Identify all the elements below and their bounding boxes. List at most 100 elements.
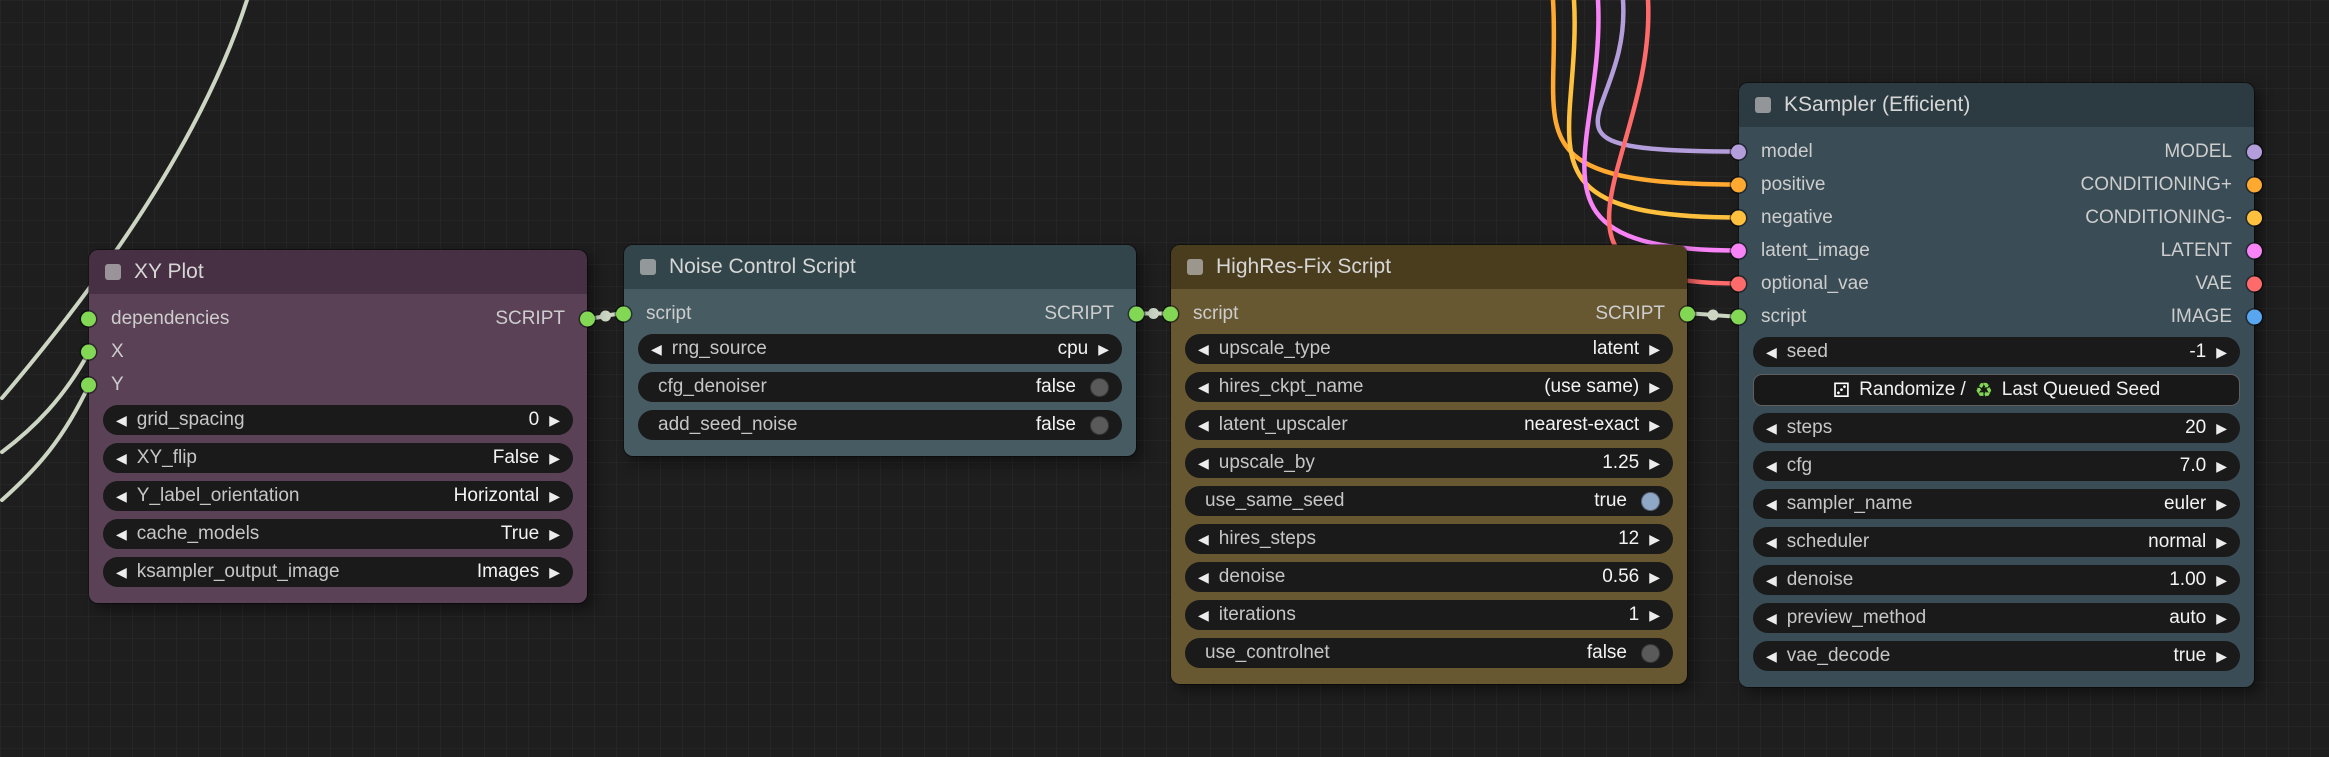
widget-seed[interactable]: ◀ seed -1 ▶ xyxy=(1753,337,2240,367)
input-slot-dot-dependencies[interactable] xyxy=(81,311,96,326)
increment-arrow-icon[interactable]: ▶ xyxy=(549,489,560,503)
increment-arrow-icon[interactable]: ▶ xyxy=(2216,535,2227,549)
increment-arrow-icon[interactable]: ▶ xyxy=(1649,418,1660,432)
node-header[interactable]: HighRes-Fix Script xyxy=(1171,245,1687,289)
input-slot-dot-script[interactable] xyxy=(616,306,631,321)
decrement-arrow-icon[interactable]: ◀ xyxy=(1198,380,1209,394)
output-slot-dot-conditioning-plus[interactable] xyxy=(2247,177,2262,192)
widget-use-controlnet[interactable]: use_controlnet false xyxy=(1185,638,1673,668)
input-slot-dot-x[interactable] xyxy=(81,344,96,359)
increment-arrow-icon[interactable]: ▶ xyxy=(2216,649,2227,663)
output-slot-dot-model[interactable] xyxy=(2247,144,2262,159)
node-header[interactable]: KSampler (Efficient) xyxy=(1739,83,2254,127)
input-slot-dot-optional-vae[interactable] xyxy=(1731,276,1746,291)
widget-add-seed-noise[interactable]: add_seed_noise false xyxy=(638,410,1122,440)
decrement-arrow-icon[interactable]: ◀ xyxy=(1198,608,1209,622)
decrement-arrow-icon[interactable]: ◀ xyxy=(1766,649,1777,663)
node-graph-canvas[interactable]: XY Plot dependencies SCRIPT X Y ◀ grid_s… xyxy=(0,0,2329,757)
increment-arrow-icon[interactable]: ▶ xyxy=(2216,497,2227,511)
input-slot-dot-positive[interactable] xyxy=(1731,177,1746,192)
decrement-arrow-icon[interactable]: ◀ xyxy=(116,451,127,465)
node-header[interactable]: Noise Control Script xyxy=(624,245,1136,289)
decrement-arrow-icon[interactable]: ◀ xyxy=(1198,418,1209,432)
node-header[interactable]: XY Plot xyxy=(89,250,587,294)
widget-upscale-by[interactable]: ◀ upscale_by 1.25 ▶ xyxy=(1185,448,1673,478)
increment-arrow-icon[interactable]: ▶ xyxy=(1649,380,1660,394)
widget-iterations[interactable]: ◀ iterations 1 ▶ xyxy=(1185,600,1673,630)
toggle-knob[interactable] xyxy=(1090,377,1109,397)
output-slot-dot-image[interactable] xyxy=(2247,309,2262,324)
input-slot-dot-latent-image[interactable] xyxy=(1731,243,1746,258)
increment-arrow-icon[interactable]: ▶ xyxy=(1649,456,1660,470)
collapse-box-icon[interactable] xyxy=(105,264,121,280)
collapse-box-icon[interactable] xyxy=(640,259,656,275)
toggle-knob[interactable] xyxy=(1641,491,1660,511)
increment-arrow-icon[interactable]: ▶ xyxy=(2216,459,2227,473)
input-slot-dot-y[interactable] xyxy=(81,377,96,392)
decrement-arrow-icon[interactable]: ◀ xyxy=(1198,456,1209,470)
widget-sampler-name[interactable]: ◀ sampler_name euler ▶ xyxy=(1753,489,2240,519)
output-slot-dot-vae[interactable] xyxy=(2247,276,2262,291)
decrement-arrow-icon[interactable]: ◀ xyxy=(1766,345,1777,359)
widget-vae-decode[interactable]: ◀ vae_decode true ▶ xyxy=(1753,641,2240,671)
decrement-arrow-icon[interactable]: ◀ xyxy=(1766,497,1777,511)
input-slot-dot-script[interactable] xyxy=(1163,306,1178,321)
output-slot-dot-latent[interactable] xyxy=(2247,243,2262,258)
widget-use-same-seed[interactable]: use_same_seed true xyxy=(1185,486,1673,516)
collapse-box-icon[interactable] xyxy=(1187,259,1203,275)
increment-arrow-icon[interactable]: ▶ xyxy=(2216,345,2227,359)
widget-cfg[interactable]: ◀ cfg 7.0 ▶ xyxy=(1753,451,2240,481)
increment-arrow-icon[interactable]: ▶ xyxy=(1649,570,1660,584)
decrement-arrow-icon[interactable]: ◀ xyxy=(1198,532,1209,546)
increment-arrow-icon[interactable]: ▶ xyxy=(1649,532,1660,546)
input-slot-dot-negative[interactable] xyxy=(1731,210,1746,225)
increment-arrow-icon[interactable]: ▶ xyxy=(549,527,560,541)
widget-cache-models[interactable]: ◀ cache_models True ▶ xyxy=(103,519,573,549)
decrement-arrow-icon[interactable]: ◀ xyxy=(1766,573,1777,587)
output-slot-dot-script[interactable] xyxy=(1680,306,1695,321)
widget-denoise[interactable]: ◀ denoise 1.00 ▶ xyxy=(1753,565,2240,595)
decrement-arrow-icon[interactable]: ◀ xyxy=(116,413,127,427)
increment-arrow-icon[interactable]: ▶ xyxy=(1098,342,1109,356)
widget-denoise[interactable]: ◀ denoise 0.56 ▶ xyxy=(1185,562,1673,592)
decrement-arrow-icon[interactable]: ◀ xyxy=(116,527,127,541)
increment-arrow-icon[interactable]: ▶ xyxy=(549,565,560,579)
decrement-arrow-icon[interactable]: ◀ xyxy=(1766,459,1777,473)
widget-ksampler-output-image[interactable]: ◀ ksampler_output_image Images ▶ xyxy=(103,557,573,587)
widget-upscale-type[interactable]: ◀ upscale_type latent ▶ xyxy=(1185,334,1673,364)
node-noise-control-script[interactable]: Noise Control Script script SCRIPT ◀ rng… xyxy=(616,245,1144,456)
output-slot-dot-script[interactable] xyxy=(1129,306,1144,321)
node-highres-fix-script[interactable]: HighRes-Fix Script script SCRIPT ◀ upsca… xyxy=(1163,245,1695,684)
increment-arrow-icon[interactable]: ▶ xyxy=(1649,608,1660,622)
increment-arrow-icon[interactable]: ▶ xyxy=(2216,421,2227,435)
output-slot-dot-script[interactable] xyxy=(580,311,595,326)
increment-arrow-icon[interactable]: ▶ xyxy=(2216,573,2227,587)
decrement-arrow-icon[interactable]: ◀ xyxy=(1766,611,1777,625)
output-slot-dot-conditioning-minus[interactable] xyxy=(2247,210,2262,225)
widget-rng-source[interactable]: ◀ rng_source cpu ▶ xyxy=(638,334,1122,364)
input-slot-dot-script[interactable] xyxy=(1731,309,1746,324)
decrement-arrow-icon[interactable]: ◀ xyxy=(1766,535,1777,549)
increment-arrow-icon[interactable]: ▶ xyxy=(2216,611,2227,625)
widget-preview-method[interactable]: ◀ preview_method auto ▶ xyxy=(1753,603,2240,633)
increment-arrow-icon[interactable]: ▶ xyxy=(549,413,560,427)
decrement-arrow-icon[interactable]: ◀ xyxy=(1198,570,1209,584)
collapse-box-icon[interactable] xyxy=(1755,97,1771,113)
widget-grid-spacing[interactable]: ◀ grid_spacing 0 ▶ xyxy=(103,405,573,435)
decrement-arrow-icon[interactable]: ◀ xyxy=(116,489,127,503)
increment-arrow-icon[interactable]: ▶ xyxy=(549,451,560,465)
widget-latent-upscaler[interactable]: ◀ latent_upscaler nearest-exact ▶ xyxy=(1185,410,1673,440)
widget-hires-steps[interactable]: ◀ hires_steps 12 ▶ xyxy=(1185,524,1673,554)
node-ksampler-efficient[interactable]: KSampler (Efficient) model MODEL positiv… xyxy=(1731,83,2262,687)
widget-cfg-denoiser[interactable]: cfg_denoiser false xyxy=(638,372,1122,402)
decrement-arrow-icon[interactable]: ◀ xyxy=(651,342,662,356)
widget-y-label-orientation[interactable]: ◀ Y_label_orientation Horizontal ▶ xyxy=(103,481,573,511)
widget-scheduler[interactable]: ◀ scheduler normal ▶ xyxy=(1753,527,2240,557)
widget-xy-flip[interactable]: ◀ XY_flip False ▶ xyxy=(103,443,573,473)
decrement-arrow-icon[interactable]: ◀ xyxy=(116,565,127,579)
randomize-seed-button[interactable]: ⚂ Randomize / ♻ Last Queued Seed xyxy=(1753,374,2240,406)
increment-arrow-icon[interactable]: ▶ xyxy=(1649,342,1660,356)
decrement-arrow-icon[interactable]: ◀ xyxy=(1766,421,1777,435)
decrement-arrow-icon[interactable]: ◀ xyxy=(1198,342,1209,356)
widget-hires-ckpt-name[interactable]: ◀ hires_ckpt_name (use same) ▶ xyxy=(1185,372,1673,402)
